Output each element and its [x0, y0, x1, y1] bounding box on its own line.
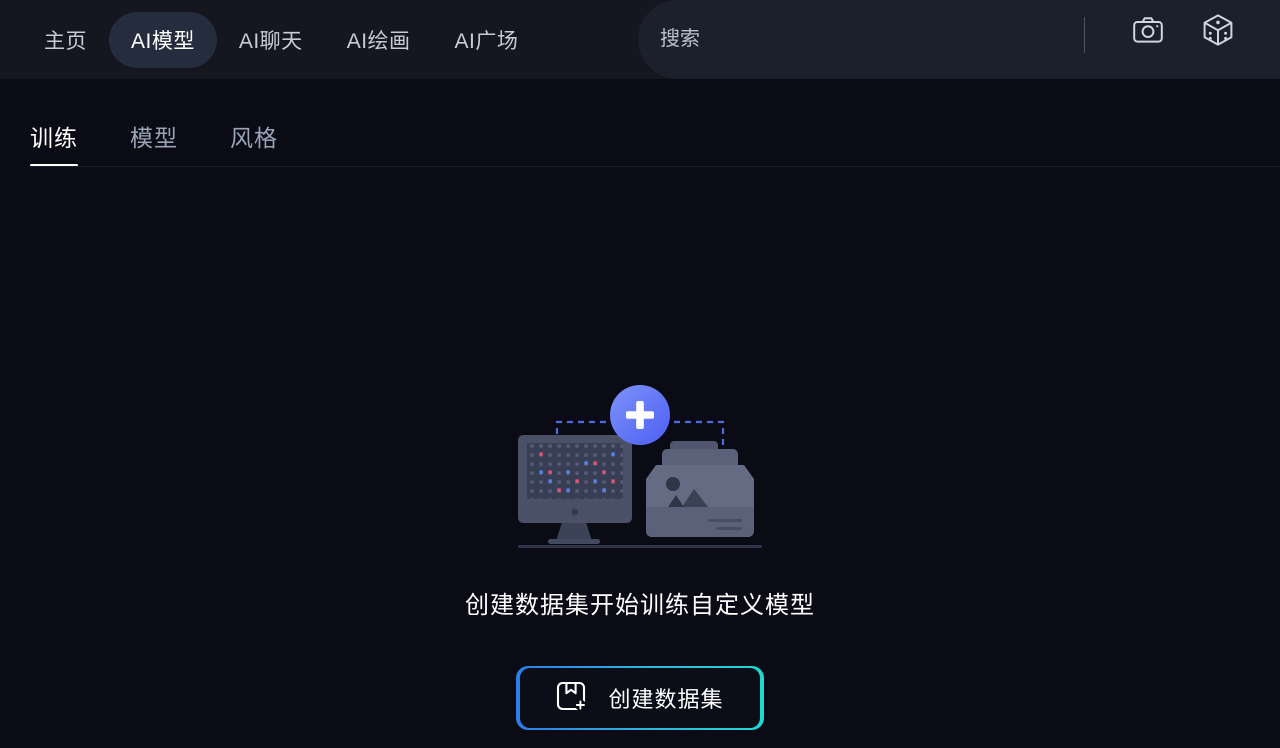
- tab-training[interactable]: 训练: [30, 119, 78, 167]
- nav-item-home[interactable]: 主页: [22, 12, 109, 68]
- tabs-underline-rule: [30, 166, 1280, 167]
- tab-label: 训练: [30, 125, 78, 151]
- nav-item-ai-paint[interactable]: AI绘画: [325, 12, 433, 68]
- tab-models[interactable]: 模型: [130, 119, 178, 167]
- empty-state: 创建数据集开始训练自定义模型 创建数据集: [0, 379, 1280, 730]
- create-dataset-illustration: [510, 379, 770, 559]
- search-bar[interactable]: [638, 0, 1280, 79]
- dice-icon[interactable]: [1196, 8, 1240, 52]
- nav-item-ai-plaza[interactable]: AI广场: [433, 12, 541, 68]
- nav-item-label: AI绘画: [346, 29, 411, 53]
- tab-label: 风格: [230, 125, 278, 151]
- search-input[interactable]: [660, 28, 1080, 51]
- tab-styles[interactable]: 风格: [230, 119, 278, 167]
- nav-item-ai-chat[interactable]: AI聊天: [217, 12, 325, 68]
- camera-icon[interactable]: [1126, 8, 1170, 52]
- empty-state-message: 创建数据集开始训练自定义模型: [465, 592, 815, 619]
- top-header: 主页 AI模型 AI聊天 AI绘画 AI广场: [0, 0, 1280, 79]
- tab-label: 模型: [130, 125, 178, 151]
- nav-item-label: AI模型: [131, 29, 195, 53]
- search-divider: [1084, 17, 1085, 53]
- nav-item-label: 主页: [44, 29, 87, 53]
- nav-item-label: AI广场: [454, 29, 519, 53]
- section-tabs: 训练 模型 风格: [0, 79, 1280, 167]
- create-dataset-button[interactable]: 创建数据集: [516, 666, 764, 730]
- page-body: 训练 模型 风格 创建数据集开始训练自定义模型 创建数据集: [0, 79, 1280, 748]
- add-dataset-icon: [556, 681, 587, 716]
- create-dataset-button-label: 创建数据集: [608, 687, 724, 712]
- primary-nav: 主页 AI模型 AI聊天 AI绘画 AI广场: [0, 0, 540, 79]
- nav-item-label: AI聊天: [238, 29, 303, 53]
- nav-item-ai-model[interactable]: AI模型: [109, 11, 217, 68]
